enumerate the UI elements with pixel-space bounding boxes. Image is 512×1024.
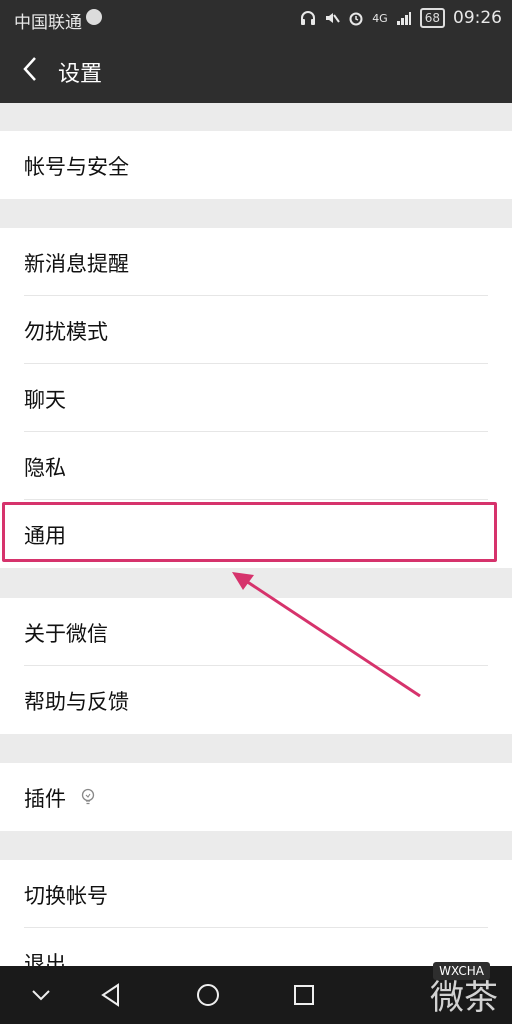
menu-item-label: 帐号与安全 (24, 155, 129, 179)
status-bar: 中国联通 4G 68 09:26 (0, 0, 512, 36)
menu-item-label: 勿扰模式 (24, 320, 108, 344)
menu-item-label: 关于微信 (24, 622, 108, 646)
menu-item-logout[interactable]: 退出 (0, 928, 512, 966)
clock: 09:26 (453, 8, 502, 28)
home-circle-icon[interactable] (193, 980, 223, 1010)
about-group: 关于微信 帮助与反馈 (0, 598, 512, 734)
menu-item-plugins[interactable]: 插件 (0, 763, 512, 831)
status-icons: 4G 68 09:26 (300, 6, 502, 30)
menu-item-label: 切换帐号 (24, 884, 108, 908)
highlight-box (2, 502, 497, 562)
page-title: 设置 (58, 62, 103, 87)
recents-square-icon[interactable] (289, 980, 319, 1010)
network-4g-label: 4G (372, 11, 388, 25)
mute-icon (326, 13, 341, 23)
menu-item-privacy[interactable]: 隐私 (0, 432, 512, 500)
menu-item-label: 聊天 (24, 388, 66, 412)
battery-indicator: 68 (419, 8, 445, 28)
menu-item-chat[interactable]: 聊天 (0, 364, 512, 432)
watermark-badge: WXCHA (433, 962, 490, 980)
carrier-name: 中国联通 (14, 13, 82, 33)
headphones-icon (301, 11, 316, 25)
menu-item-label: 退出 (24, 952, 66, 966)
menu-item-about-wechat[interactable]: 关于微信 (0, 598, 512, 666)
menu-item-account-security[interactable]: 帐号与安全 (0, 131, 512, 199)
account-switch-group: 切换帐号 退出 (0, 860, 512, 966)
signal-icon (396, 12, 411, 25)
back-triangle-icon[interactable] (96, 980, 126, 1010)
title-bar: 设置 (0, 36, 512, 103)
account-group: 帐号与安全 (0, 131, 512, 199)
alarm-icon (349, 12, 363, 26)
back-arrow-icon[interactable] (18, 56, 44, 82)
menu-item-switch-account[interactable]: 切换帐号 (0, 860, 512, 928)
globe-icon (86, 9, 102, 25)
chevron-down-icon[interactable] (26, 980, 56, 1010)
menu-item-help-feedback[interactable]: 帮助与反馈 (0, 666, 512, 734)
lightbulb-icon (81, 788, 95, 805)
menu-item-label: 隐私 (24, 456, 66, 480)
menu-item-label: 帮助与反馈 (24, 690, 129, 714)
menu-item-label: 新消息提醒 (24, 252, 129, 276)
plugins-group: 插件 (0, 763, 512, 831)
menu-item-do-not-disturb[interactable]: 勿扰模式 (0, 296, 512, 364)
menu-item-label: 插件 (24, 787, 66, 811)
menu-item-new-message-notifications[interactable]: 新消息提醒 (0, 228, 512, 296)
